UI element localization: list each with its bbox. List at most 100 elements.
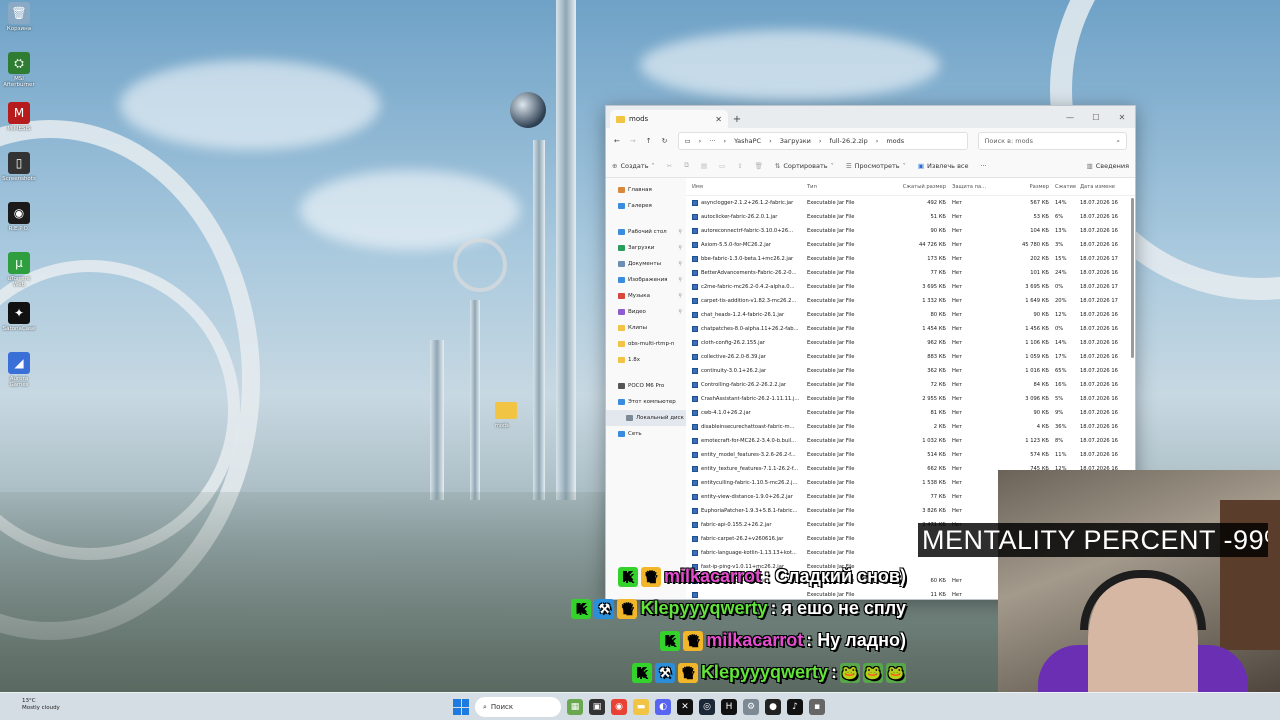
table-cell: 1 649 КБ bbox=[1025, 298, 1049, 304]
up-icon[interactable]: ↑ bbox=[646, 137, 652, 145]
desktop-icon-2[interactable]: M MIMESIS bbox=[2, 102, 36, 150]
column-header[interactable]: Сжатый размер bbox=[887, 184, 952, 190]
rename-button[interactable]: ▭ bbox=[719, 162, 725, 170]
delete-button[interactable]: 🗑 bbox=[755, 162, 763, 170]
desktop-icon-1[interactable]: ⛭ MSI Afterburner bbox=[2, 52, 36, 100]
table-row[interactable]: entity_model_features-3.2.6-26.2-f... Exe… bbox=[686, 448, 1135, 462]
breadcrumb-mods[interactable]: mods bbox=[886, 137, 904, 145]
table-row[interactable]: collective-26.2.0-8.39.jar Executable Jar… bbox=[686, 350, 1135, 364]
nav-desktop[interactable]: Рабочий стол ⚲ bbox=[606, 224, 686, 240]
nav-videos[interactable]: Видео ⚲ bbox=[606, 304, 686, 320]
share-button[interactable]: ⇪ bbox=[737, 162, 742, 170]
app-icon[interactable]: ▪ bbox=[809, 699, 825, 715]
taskbar-search[interactable]: ⌕ Поиск bbox=[475, 697, 561, 717]
desktop-icon-6[interactable]: ✦ SatonaCase bbox=[2, 302, 36, 350]
nav-18x[interactable]: 1.8x bbox=[606, 352, 686, 368]
column-header[interactable]: Тип bbox=[807, 184, 887, 190]
jar-file-icon bbox=[692, 438, 698, 444]
table-row[interactable]: autoclicker-fabric-26.2.0.1.jar Executabl… bbox=[686, 210, 1135, 224]
table-cell: 3 826 КБ bbox=[922, 508, 946, 514]
breadcrumb-downloads[interactable]: Загрузки bbox=[780, 137, 811, 145]
close-window-button[interactable]: ✕ bbox=[1109, 106, 1135, 128]
cut-button[interactable]: ✂ bbox=[667, 162, 672, 170]
nav-clips[interactable]: Клипы bbox=[606, 320, 686, 336]
tiktok-icon[interactable]: ♪ bbox=[787, 699, 803, 715]
settings-icon[interactable]: ⚙ bbox=[743, 699, 759, 715]
close-tab-icon[interactable]: ✕ bbox=[715, 115, 722, 124]
desktop-icon-3[interactable]: ▯ Screenshots bbox=[2, 152, 36, 200]
column-header[interactable]: Имя bbox=[692, 184, 807, 190]
nav-pictures[interactable]: Изображения ⚲ bbox=[606, 272, 686, 288]
desktop-icon-0[interactable]: 🗑 Корзина bbox=[2, 2, 36, 50]
table-row[interactable]: disableinsecurechattoast-fabric-m... Exec… bbox=[686, 420, 1135, 434]
new-tab-button[interactable]: + bbox=[728, 110, 746, 128]
table-row[interactable]: Controlling-fabric-26.2-26.2.2.jar Execut… bbox=[686, 378, 1135, 392]
breadcrumb-zip[interactable]: full-26.2.zip bbox=[829, 137, 867, 145]
column-header[interactable]: Размер bbox=[990, 184, 1055, 190]
table-row[interactable]: continuity-3.0.1+26.2.jar Executable Jar … bbox=[686, 364, 1135, 378]
forward-icon[interactable]: → bbox=[630, 137, 636, 145]
more-button[interactable]: ··· bbox=[980, 162, 986, 170]
nav-downloads[interactable]: Загрузки ⚲ bbox=[606, 240, 686, 256]
table-row[interactable]: autoreconnectrf-fabric-3.10.0+26... Execu… bbox=[686, 224, 1135, 238]
nav-obs[interactable]: obs-multi-rtmp-n bbox=[606, 336, 686, 352]
x-icon[interactable]: ✕ bbox=[677, 699, 693, 715]
view-label: Просмотреть bbox=[854, 161, 900, 170]
chrome-icon[interactable]: ◉ bbox=[611, 699, 627, 715]
discord-icon[interactable]: ◐ bbox=[655, 699, 671, 715]
create-button[interactable]: ⊕ Создать ˅ bbox=[612, 162, 655, 170]
table-row[interactable]: CrashAssistant-fabric-26.2-1.11.11.j... E… bbox=[686, 392, 1135, 406]
more-path-icon[interactable]: ··· bbox=[709, 137, 715, 145]
maximize-button[interactable]: ☐ bbox=[1083, 106, 1109, 128]
nav-home[interactable]: Главная bbox=[606, 182, 686, 198]
start-button[interactable] bbox=[453, 699, 469, 715]
hyperx-icon[interactable]: H bbox=[721, 699, 737, 715]
nav-music[interactable]: Музыка ⚲ bbox=[606, 288, 686, 304]
breadcrumb-yashapc[interactable]: YashaPC bbox=[734, 137, 761, 145]
nav-documents[interactable]: Документы ⚲ bbox=[606, 256, 686, 272]
nav-gallery[interactable]: Галерея bbox=[606, 198, 686, 214]
view-button[interactable]: ☰ Просмотреть ˅ bbox=[846, 162, 906, 170]
steam-icon[interactable]: ◎ bbox=[699, 699, 715, 715]
table-row[interactable]: BetterAdvancements-Fabric-26.2-0... Execu… bbox=[686, 266, 1135, 280]
column-header[interactable]: Дата измене bbox=[1080, 184, 1120, 190]
copy-button[interactable]: ⧉ bbox=[684, 161, 689, 170]
table-row[interactable]: emotecraft-for-MC26.2-3.4.0-b.buil... Exe… bbox=[686, 434, 1135, 448]
table-row[interactable]: chat_heads-1.2.4-fabric-26.1.jar Executab… bbox=[686, 308, 1135, 322]
table-row[interactable]: chatpatches-8.0-alpha.11+26.2-fab... Exec… bbox=[686, 322, 1135, 336]
address-bar[interactable]: ▭ › ··· › YashaPC › Загрузки › full-26.2… bbox=[677, 132, 968, 150]
tab-mods[interactable]: mods ✕ bbox=[610, 110, 728, 128]
nav-network[interactable]: Сеть bbox=[606, 426, 686, 442]
desktop-icon-5[interactable]: µ uTorrent Web bbox=[2, 252, 36, 300]
refresh-icon[interactable]: ↻ bbox=[662, 137, 668, 145]
table-row[interactable]: cwb-4.1.0+26.2.jar Executable Jar File 81 … bbox=[686, 406, 1135, 420]
table-row[interactable]: bbe-fabric-1.3.0-beta.1+mc26.2.jar Execut… bbox=[686, 252, 1135, 266]
folder-icon[interactable] bbox=[495, 402, 517, 419]
desktop-icon-7[interactable]: ◢ Aurora Games bbox=[2, 352, 36, 400]
table-row[interactable]: c2me-fabric-mc26.2-0.4.2-alpha.0... Execu… bbox=[686, 280, 1135, 294]
column-header[interactable]: Сжатие bbox=[1055, 184, 1080, 190]
table-cell: 51 КБ bbox=[930, 214, 947, 220]
nav-this-pc[interactable]: Этот компьютер bbox=[606, 394, 686, 410]
nav-local-disk[interactable]: Локальный диск bbox=[606, 410, 686, 426]
table-row[interactable]: asynclogger-2.1.2+26.1.2-fabric.jar Execu… bbox=[686, 196, 1135, 210]
taskview-icon[interactable]: ▣ bbox=[589, 699, 605, 715]
extract-all-button[interactable]: ▣ Извлечь все bbox=[918, 162, 969, 170]
nav-phone[interactable]: POCO M6 Pro bbox=[606, 378, 686, 394]
desktop-icon-4[interactable]: ◉ R.E.P.O. bbox=[2, 202, 36, 250]
details-button[interactable]: ▥ Сведения bbox=[1087, 162, 1129, 170]
table-row[interactable]: cloth-config-26.2.155.jar Executable Jar … bbox=[686, 336, 1135, 350]
weather-widget[interactable]: 13°C Mostly cloudy bbox=[22, 698, 60, 712]
obs-icon[interactable]: ● bbox=[765, 699, 781, 715]
scrollbar[interactable] bbox=[1131, 198, 1134, 358]
search-input[interactable]: Поиск в: mods ⌕ bbox=[977, 132, 1127, 150]
sort-button[interactable]: ⇅ Сортировать ˅ bbox=[775, 162, 834, 170]
column-header[interactable]: Защита па... bbox=[952, 184, 990, 190]
table-row[interactable]: Axiom-5.5.0-for-MC26.2.jar Executable Jar… bbox=[686, 238, 1135, 252]
file-explorer-icon[interactable]: ▬ bbox=[633, 699, 649, 715]
minimize-button[interactable]: — bbox=[1057, 106, 1083, 128]
widgets-icon[interactable]: ▦ bbox=[567, 699, 583, 715]
back-icon[interactable]: ← bbox=[614, 137, 620, 145]
paste-button[interactable]: ▤ bbox=[701, 162, 707, 170]
table-row[interactable]: carpet-tis-addition-v1.82.3-mc26.2... Exe… bbox=[686, 294, 1135, 308]
